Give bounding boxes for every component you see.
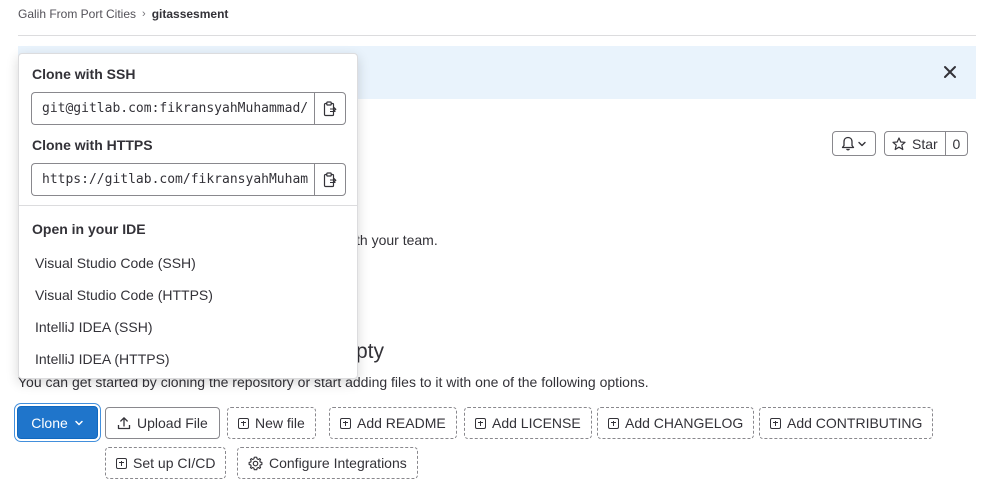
square-plus-icon [608,417,619,429]
clone-label: Clone [31,414,68,431]
ide-option-intellij-https[interactable]: IntelliJ IDEA (HTTPS) [35,351,170,367]
clone-https-row: https://gitlab.com/fikransyahMuham [31,163,346,196]
new-file-button[interactable]: New file [227,407,316,439]
header-divider [18,35,976,36]
chevron-right-icon: › [142,8,146,20]
add-changelog-label: Add CHANGELOG [625,415,744,431]
clone-ssh-label: Clone with SSH [32,66,136,82]
add-contributing-button[interactable]: Add CONTRIBUTING [759,407,934,439]
clone-button[interactable]: Clone [17,406,98,439]
add-readme-label: Add README [357,415,446,431]
star-count[interactable]: 0 [946,132,967,155]
square-plus-icon [340,417,351,429]
clone-dropdown: Clone with SSH git@gitlab.com:fikransyah… [18,53,358,379]
dropdown-divider [19,205,357,206]
add-contributing-label: Add CONTRIBUTING [787,415,923,431]
add-changelog-button[interactable]: Add CHANGELOG [597,407,755,439]
clone-https-label: Clone with HTTPS [32,137,153,153]
setup-cicd-label: Set up CI/CD [133,455,216,471]
new-file-label: New file [255,415,305,431]
open-in-ide-label: Open in your IDE [32,221,146,237]
breadcrumb-group-link[interactable]: Galih From Port Cities [18,7,136,21]
close-icon[interactable] [942,64,958,80]
star-button-group: Star 0 [884,131,968,156]
configure-integrations-button[interactable]: Configure Integrations [237,447,418,479]
upload-file-button[interactable]: Upload File [105,407,220,439]
clone-ssh-url-input[interactable]: git@gitlab.com:fikransyahMuhammad/ [31,92,314,125]
breadcrumb-project-link[interactable]: gitassesment [152,7,229,21]
clone-ssh-row: git@gitlab.com:fikransyahMuhammad/ [31,92,346,125]
breadcrumb: Galih From Port Cities › gitassesment [18,6,228,22]
square-plus-icon [238,417,249,429]
copy-https-url-button[interactable] [314,163,346,196]
square-plus-icon [770,417,781,429]
bell-icon [841,136,855,151]
clone-https-url-input[interactable]: https://gitlab.com/fikransyahMuham [31,163,314,196]
star-button[interactable]: Star [885,132,946,155]
add-readme-button[interactable]: Add README [329,407,457,439]
empty-repo-heading: pty [356,340,385,363]
clipboard-icon [323,171,337,187]
gear-icon [248,456,263,470]
clipboard-icon [323,100,337,116]
star-icon [892,136,906,150]
add-license-label: Add LICENSE [492,415,581,431]
ide-option-intellij-ssh[interactable]: IntelliJ IDEA (SSH) [35,319,152,335]
star-label: Star [912,135,938,152]
chevron-down-icon [75,420,83,425]
chevron-down-icon [858,141,866,146]
ide-option-vscode-ssh[interactable]: Visual Studio Code (SSH) [35,255,196,271]
notification-settings-button[interactable] [832,131,876,156]
upload-icon [117,417,131,430]
add-license-button[interactable]: Add LICENSE [464,407,592,439]
square-plus-icon [116,457,127,469]
configure-integrations-label: Configure Integrations [269,455,407,471]
project-description: th your team. [356,232,438,248]
copy-ssh-url-button[interactable] [314,92,346,125]
setup-cicd-button[interactable]: Set up CI/CD [105,447,227,479]
upload-file-label: Upload File [137,415,208,431]
ide-option-vscode-https[interactable]: Visual Studio Code (HTTPS) [35,287,213,303]
square-plus-icon [475,417,486,429]
